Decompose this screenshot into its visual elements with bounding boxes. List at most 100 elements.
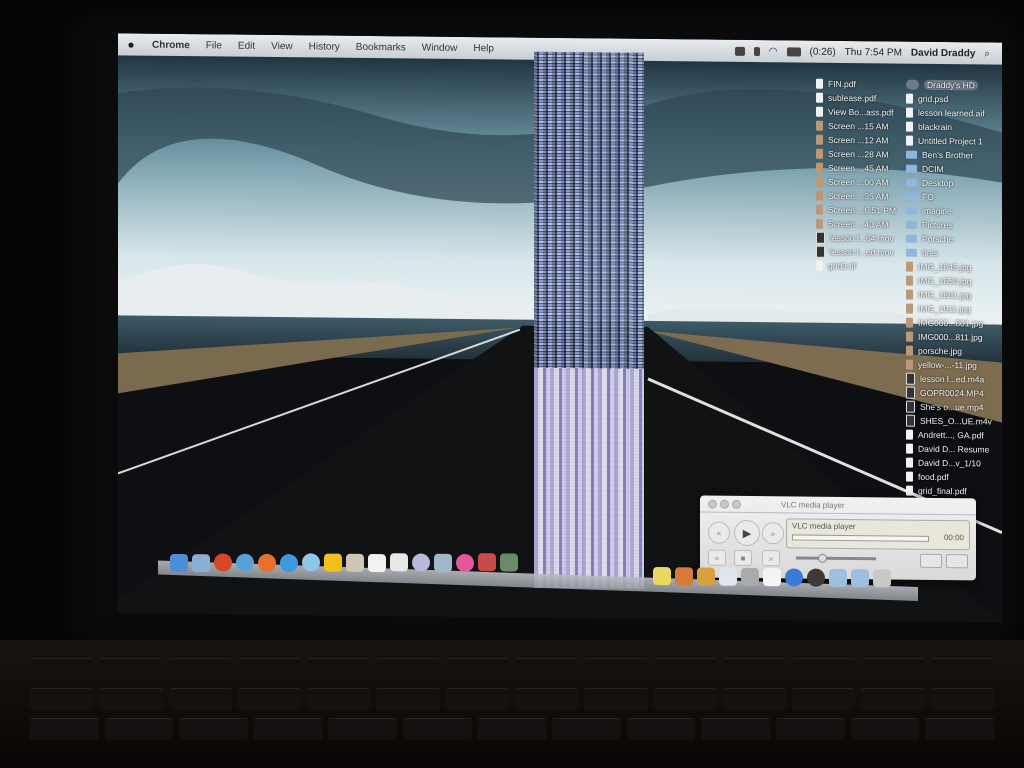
rewind-button[interactable]: « bbox=[708, 521, 730, 544]
calendar-icon[interactable] bbox=[368, 553, 386, 572]
safari-icon[interactable] bbox=[236, 553, 254, 572]
color-sync-icon[interactable] bbox=[456, 553, 474, 572]
desktop-file[interactable]: Screen ...12 AM bbox=[816, 133, 896, 148]
desktop-file[interactable]: yellow-...-11.jpg bbox=[906, 358, 992, 373]
photo-booth-icon[interactable] bbox=[478, 553, 496, 572]
desktop-file[interactable]: grid_final.pdf bbox=[906, 484, 992, 499]
desktop-file[interactable]: IMG_1911.jpg bbox=[906, 302, 992, 317]
documents-folder-icon[interactable] bbox=[851, 569, 869, 588]
desktop-file[interactable]: IMG_1861.jpg bbox=[906, 288, 992, 303]
desktop-file[interactable]: imagine bbox=[906, 204, 992, 219]
desktop-file[interactable]: Screen ...28 AM bbox=[816, 147, 896, 162]
desktop-file-label: FIN.pdf bbox=[828, 78, 856, 90]
zoom-button[interactable] bbox=[732, 499, 741, 509]
menu-history[interactable]: History bbox=[301, 41, 348, 52]
desktop-file[interactable]: DCIM bbox=[906, 162, 992, 177]
desktop-file[interactable]: Untitled Project 1 bbox=[906, 134, 992, 149]
ichat-icon[interactable] bbox=[302, 553, 320, 572]
wifi-icon[interactable]: ◠ bbox=[769, 46, 778, 57]
menu-app-chrome[interactable]: Chrome bbox=[144, 39, 198, 51]
desktop-file[interactable]: GOPR0024.MP4 bbox=[906, 386, 992, 401]
final-cut-icon[interactable] bbox=[500, 553, 518, 572]
address-book-icon[interactable] bbox=[346, 553, 364, 572]
desktop-file[interactable]: FO bbox=[906, 190, 992, 205]
playlist-button[interactable] bbox=[920, 553, 942, 569]
bluetooth-icon[interactable] bbox=[753, 46, 760, 56]
display-icon[interactable] bbox=[734, 46, 745, 56]
desktop-file[interactable]: grid3.tif bbox=[816, 259, 896, 274]
desktop-file[interactable]: Desktop bbox=[906, 176, 992, 191]
desktop-file[interactable]: tires bbox=[906, 246, 992, 261]
app-store-icon[interactable] bbox=[785, 568, 803, 587]
desktop-file[interactable]: lesson l...64.mov bbox=[816, 231, 896, 246]
applications-folder-icon[interactable] bbox=[829, 568, 847, 588]
desktop-file[interactable]: lesson l...ed.mov bbox=[816, 245, 896, 260]
desktop-file[interactable]: grid.psd bbox=[906, 92, 992, 107]
battery-icon[interactable] bbox=[786, 46, 801, 57]
desktop-file[interactable]: Pictures bbox=[906, 218, 992, 233]
desktop-file[interactable]: View Bo...ass.pdf bbox=[816, 105, 896, 120]
chrome-icon[interactable] bbox=[214, 553, 232, 573]
desktop-file[interactable]: Screen ...00 AM bbox=[816, 175, 896, 190]
menu-help[interactable]: Help bbox=[465, 43, 502, 54]
spotlight-icon[interactable]: ⌕ bbox=[984, 48, 990, 59]
battery-status[interactable]: (0:26) bbox=[810, 46, 836, 57]
desktop-file[interactable]: SHES_O...UE.m4v bbox=[906, 414, 992, 429]
desktop-file[interactable]: IMG_1845.jpg bbox=[906, 260, 992, 275]
desktop-file[interactable]: Draddy's HD bbox=[906, 78, 992, 93]
desktop-file[interactable]: Screen ...15 AM bbox=[816, 119, 896, 134]
apple-icon[interactable]: ● bbox=[118, 37, 144, 51]
desktop-file[interactable]: IMG000...801.jpg bbox=[906, 316, 992, 331]
expose-icon[interactable] bbox=[719, 567, 737, 586]
firefox-icon[interactable] bbox=[258, 553, 276, 572]
desktop-file[interactable]: food.pdf bbox=[906, 470, 992, 485]
finder-icon[interactable] bbox=[170, 553, 188, 573]
textedit-icon[interactable] bbox=[763, 568, 781, 587]
fullscreen-button[interactable] bbox=[946, 554, 968, 569]
desktop-file[interactable]: Screen ...35 AM bbox=[816, 189, 896, 204]
desktop-file[interactable]: FIN.pdf bbox=[816, 77, 896, 92]
menu-view[interactable]: View bbox=[263, 40, 301, 51]
iphoto-icon[interactable] bbox=[675, 567, 693, 586]
desktop-file[interactable]: She's o...ue.mp4 bbox=[906, 400, 992, 415]
desktop-file[interactable]: lesson learned.aif bbox=[906, 106, 992, 121]
menu-user[interactable]: David Draddy bbox=[911, 47, 975, 59]
menu-bookmarks[interactable]: Bookmarks bbox=[348, 41, 414, 53]
vlc-title-bar[interactable]: VLC media player bbox=[700, 495, 976, 516]
desktop-file[interactable]: David D...v_1/10 bbox=[906, 456, 992, 471]
adium-icon[interactable] bbox=[324, 553, 342, 572]
garageband-icon[interactable] bbox=[697, 567, 715, 586]
fast-forward-button[interactable]: » bbox=[762, 522, 784, 545]
imovie-icon[interactable] bbox=[390, 553, 408, 572]
desktop-file[interactable]: Screen ...40 AM bbox=[816, 217, 896, 232]
desktop-file[interactable]: Porsche bbox=[906, 232, 992, 247]
menu-clock[interactable]: Thu 7:54 PM bbox=[845, 46, 902, 58]
trash-icon[interactable] bbox=[873, 569, 891, 588]
preview-icon[interactable] bbox=[434, 553, 452, 572]
desktop-file[interactable]: Screen ...6.51 PM bbox=[816, 203, 896, 218]
desktop-file[interactable]: David D... Resume bbox=[906, 442, 992, 457]
desktop-file[interactable]: sublease.pdf bbox=[816, 91, 896, 106]
system-preferences-icon[interactable] bbox=[741, 567, 759, 587]
desktop-file[interactable]: blackrain bbox=[906, 120, 992, 135]
time-machine-icon[interactable] bbox=[807, 568, 825, 587]
itunes-icon[interactable] bbox=[280, 553, 298, 572]
stickies-icon[interactable] bbox=[653, 566, 671, 586]
close-button[interactable] bbox=[708, 499, 717, 509]
desktop-file[interactable]: lesson l...ed.m4a bbox=[906, 372, 992, 387]
menu-window[interactable]: Window bbox=[414, 42, 466, 54]
desktop-file[interactable]: IMG_1850.jpg bbox=[906, 274, 992, 289]
mail-icon[interactable] bbox=[192, 553, 210, 573]
desktop-file[interactable]: Andrett..., GA.pdf bbox=[906, 428, 992, 443]
menu-file[interactable]: File bbox=[198, 40, 230, 51]
vlc-seek-bar[interactable] bbox=[792, 534, 929, 542]
play-button[interactable]: ▶ bbox=[734, 519, 760, 547]
dvd-player-icon[interactable] bbox=[412, 553, 430, 572]
desktop-file[interactable]: Screen ...45 AM bbox=[816, 161, 896, 176]
video-file-icon bbox=[906, 414, 915, 427]
menu-edit[interactable]: Edit bbox=[230, 40, 263, 51]
desktop-file[interactable]: Ben's Brother bbox=[906, 148, 992, 163]
desktop-file[interactable]: porsche.jpg bbox=[906, 344, 992, 359]
minimize-button[interactable] bbox=[720, 499, 729, 509]
desktop-file[interactable]: IMG000...811.jpg bbox=[906, 330, 992, 345]
